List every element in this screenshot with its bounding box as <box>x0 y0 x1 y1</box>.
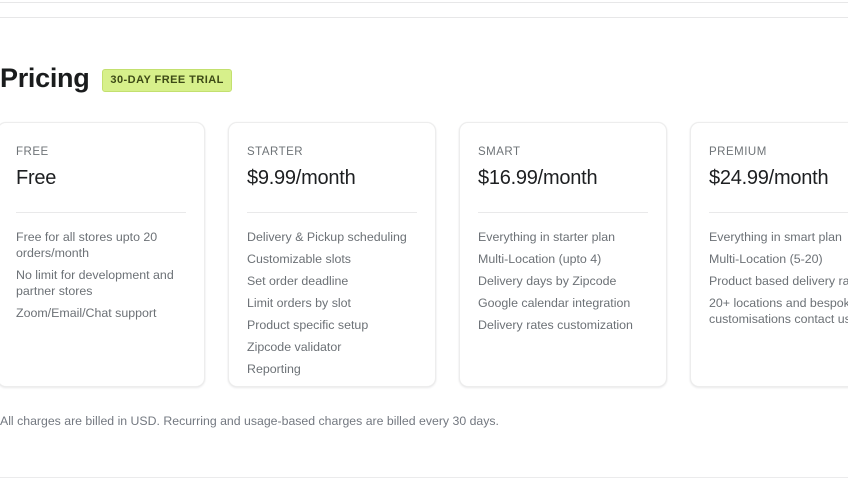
pricing-page: Pricing 30-DAY FREE TRIAL FREE Free Free… <box>0 0 848 503</box>
plan-feature: Everything in starter plan <box>478 230 616 244</box>
pricing-card-premium[interactable]: PREMIUM $24.99/month Everything in smart… <box>690 122 848 387</box>
plan-feature-list: Everything in starter plan Multi-Locatio… <box>478 213 648 333</box>
plan-feature: 20+ locations and bespoke customisations… <box>709 296 848 326</box>
plan-price: $9.99/month <box>247 167 356 189</box>
plan-feature-list: Delivery & Pickup scheduling Customizabl… <box>247 213 417 377</box>
plan-name: STARTER <box>247 146 304 158</box>
page-title: Pricing <box>0 63 90 93</box>
plan-feature-list: Everything in smart plan Multi-Location … <box>709 213 848 327</box>
plan-feature: Zoom/Email/Chat support <box>16 306 157 320</box>
plan-feature: Multi-Location (upto 4) <box>478 252 602 266</box>
plan-feature: Google calendar integration <box>478 296 631 310</box>
billing-footnote: All charges are billed in USD. Recurring… <box>0 414 499 428</box>
pricing-header: Pricing 30-DAY FREE TRIAL <box>0 62 232 94</box>
pricing-card-list: FREE Free Free for all stores upto 20 or… <box>0 122 848 387</box>
plan-feature: Product specific setup <box>247 318 369 332</box>
plan-feature: Zipcode validator <box>247 340 342 354</box>
plan-feature: Set order deadline <box>247 274 349 288</box>
free-trial-badge: 30-DAY FREE TRIAL <box>102 69 232 92</box>
plan-feature: Delivery & Pickup scheduling <box>247 230 407 244</box>
plan-name: PREMIUM <box>709 146 767 158</box>
pricing-card-free[interactable]: FREE Free Free for all stores upto 20 or… <box>0 122 205 387</box>
plan-feature: Delivery rates customization <box>478 318 633 332</box>
bottom-divider <box>0 477 848 478</box>
plan-price: $24.99/month <box>709 167 829 189</box>
section-divider <box>0 17 848 18</box>
pricing-card-smart[interactable]: SMART $16.99/month Everything in starter… <box>459 122 667 387</box>
plan-feature: Everything in smart plan <box>709 230 842 244</box>
plan-feature: Customizable slots <box>247 252 351 266</box>
plan-feature: Limit orders by slot <box>247 296 351 310</box>
plan-price: Free <box>16 167 57 189</box>
plan-name: FREE <box>16 146 49 158</box>
plan-feature: No limit for development and partner sto… <box>16 268 174 298</box>
plan-feature: Free for all stores upto 20 orders/month <box>16 230 158 260</box>
plan-price: $16.99/month <box>478 167 598 189</box>
pricing-card-starter[interactable]: STARTER $9.99/month Delivery & Pickup sc… <box>228 122 436 387</box>
plan-name: SMART <box>478 146 521 158</box>
plan-feature: Product based delivery rates <box>709 274 848 288</box>
top-divider <box>0 2 848 3</box>
plan-feature-list: Free for all stores upto 20 orders/month… <box>16 213 186 321</box>
plan-feature: Reporting <box>247 362 301 376</box>
plan-feature: Multi-Location (5-20) <box>709 252 823 266</box>
plan-feature: Delivery days by Zipcode <box>478 274 617 288</box>
